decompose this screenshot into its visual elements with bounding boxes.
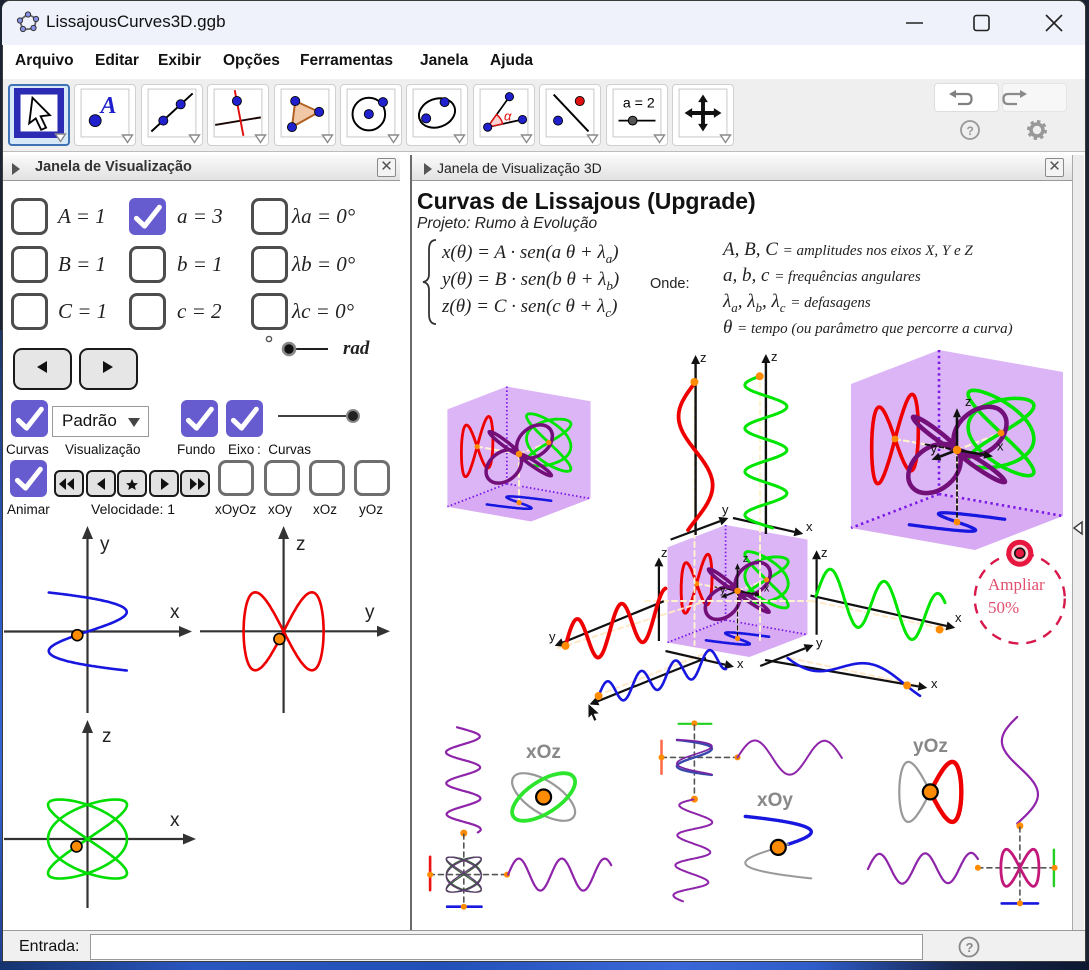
svg-text:yOz: yOz xyxy=(913,736,948,757)
svg-text:x: x xyxy=(170,810,180,831)
svg-text:x: x xyxy=(931,676,938,691)
svg-text:?: ? xyxy=(966,940,974,955)
svg-text:x: x xyxy=(737,656,744,671)
svg-text:y: y xyxy=(720,584,726,596)
svg-text:y: y xyxy=(931,441,938,456)
svg-text:z: z xyxy=(296,534,306,555)
svg-text:y: y xyxy=(549,629,556,644)
svg-text:50%: 50% xyxy=(988,598,1019,617)
svg-text:x: x xyxy=(764,582,770,594)
svg-text:z: z xyxy=(102,726,112,747)
svg-text:x: x xyxy=(170,602,180,623)
svg-text:y: y xyxy=(100,534,110,555)
svg-text:xOz: xOz xyxy=(526,742,561,763)
svg-text:z: z xyxy=(771,349,778,364)
svg-text:y: y xyxy=(816,635,823,650)
svg-text:a = 2: a = 2 xyxy=(622,95,654,111)
svg-text:xOy: xOy xyxy=(757,790,793,811)
svg-text:z: z xyxy=(965,394,972,409)
svg-text:z: z xyxy=(743,553,749,565)
svg-text:?: ? xyxy=(967,124,974,138)
svg-text:x: x xyxy=(806,519,813,534)
svg-text:x: x xyxy=(997,438,1004,453)
svg-text:y: y xyxy=(722,502,729,517)
svg-text:A: A xyxy=(99,93,117,119)
svg-text:z: z xyxy=(700,350,707,365)
svg-text:x: x xyxy=(955,610,962,625)
svg-text:Ampliar: Ampliar xyxy=(988,575,1045,594)
svg-text:z: z xyxy=(661,545,668,560)
svg-text:y: y xyxy=(365,602,375,623)
svg-text:z: z xyxy=(821,545,828,560)
svg-text:α: α xyxy=(504,109,512,124)
